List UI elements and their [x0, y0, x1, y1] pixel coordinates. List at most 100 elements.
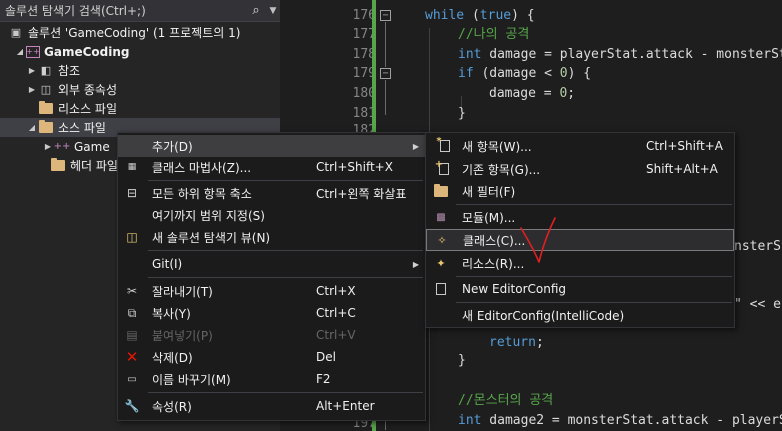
menu-item-add[interactable]: 추가(D) ▶ — [118, 135, 425, 157]
menu-item-rename[interactable]: ▭ 이름 바꾸기(M) F2 — [118, 368, 425, 390]
menu-separator — [148, 250, 423, 251]
menu-item-delete[interactable]: ✕ 삭제(D) Del — [118, 346, 425, 368]
existing-item-icon: + — [426, 158, 456, 180]
submenu-item-class[interactable]: ✧ 클래스(C)... — [426, 229, 734, 251]
menu-item-label: 리소스(R)... — [462, 256, 525, 271]
tree-item-resource-files[interactable]: 리소스 파일 — [0, 99, 280, 118]
menu-separator — [456, 302, 732, 303]
menu-item-git[interactable]: Git(I) ▶ — [118, 253, 425, 275]
code-token: damage = playerStat.attack - monsterSt — [481, 47, 782, 62]
menu-separator — [148, 277, 423, 278]
menu-item-new-explorer-view[interactable]: ◫ 새 솔루션 탐색기 뷰(N) — [118, 226, 425, 248]
menu-item-paste[interactable]: ▤ 붙여넣기(P) Ctrl+V — [118, 324, 425, 346]
menu-item-shortcut: Alt+Enter — [316, 399, 375, 413]
menu-item-properties[interactable]: 🔧 속성(R) Alt+Enter — [118, 395, 425, 417]
submenu-item-new-filter[interactable]: 새 필터(F) — [426, 180, 734, 202]
project-icon: ++ — [26, 45, 40, 58]
code-fragment: " << en — [734, 297, 782, 312]
line-number: 177 — [352, 27, 376, 42]
submenu-item-existing-item[interactable]: + 기존 항목(G)... Shift+Alt+A — [426, 158, 734, 180]
editorconfig-icon — [426, 278, 456, 300]
line-number: 179 — [352, 66, 376, 81]
wrench-icon: 🔧 — [124, 399, 140, 413]
fold-toggle-icon[interactable]: − — [380, 68, 391, 79]
line-number: 180 — [352, 86, 376, 101]
tree-item-external-dependencies[interactable]: ▶ ◫ 외부 종속성 — [0, 80, 280, 99]
submenu-item-new-item[interactable]: * 새 항목(W)... Ctrl+Shift+A — [426, 135, 734, 157]
solution-explorer-search[interactable]: 솔루션 탐색기 검색(Ctrl+;) ⌕ ▼ — [0, 0, 280, 22]
code-token: ; — [567, 86, 576, 101]
fold-toggle-icon[interactable]: − — [380, 10, 391, 21]
menu-item-label: 이름 바꾸기(M) — [152, 372, 231, 387]
blank-icon — [118, 253, 146, 275]
menu-item-copy[interactable]: ⧉ 복사(Y) Ctrl+C — [118, 302, 425, 324]
submenu-item-new-editorconfig-intellicode[interactable]: 새 EditorConfig(IntelliCode) — [426, 304, 734, 326]
menu-item-shortcut: F2 — [316, 372, 331, 386]
menu-item-label: 모듈(M)... — [462, 210, 516, 225]
submenu-arrow-icon: ▶ — [412, 259, 419, 269]
tree-item-solution[interactable]: ▣ 솔루션 'GameCoding' (1 프로젝트의 1) — [0, 23, 280, 42]
menu-item-shortcut: Ctrl+X — [316, 284, 356, 298]
search-icon[interactable]: ⌕ — [246, 3, 266, 18]
context-menu: 추가(D) ▶ ▦ 클래스 마법사(Z)... Ctrl+Shift+X ⊟ 모… — [117, 132, 426, 421]
menu-item-label: Git(I) — [152, 257, 183, 271]
tree-item-label: 소스 파일 — [58, 121, 106, 135]
menu-item-shortcut: Ctrl+Shift+A — [646, 139, 723, 153]
cpp-file-icon: ++ — [53, 141, 71, 152]
tree-item-label: 외부 종속성 — [58, 83, 118, 97]
tree-item-label: 참조 — [58, 64, 81, 78]
folder-icon — [38, 101, 54, 116]
delete-icon: ✕ — [125, 348, 139, 366]
submenu-item-resource[interactable]: ✦ 리소스(R)... — [426, 252, 734, 274]
menu-item-cut[interactable]: ✂ 잘라내기(T) Ctrl+X — [118, 280, 425, 302]
code-token: return — [489, 335, 536, 350]
menu-item-label: 새 솔루션 탐색기 뷰(N) — [152, 230, 271, 245]
new-item-icon: * — [426, 135, 456, 157]
menu-item-shortcut: Ctrl+왼쪽 화살표 — [316, 186, 407, 201]
tree-item-references[interactable]: ▶ ◧ 참조 — [0, 61, 280, 80]
solution-icon: ▣ — [10, 26, 22, 39]
code-token: ( — [464, 8, 480, 23]
new-filter-icon — [426, 180, 456, 202]
menu-item-label: 붙여넣기(P) — [152, 328, 213, 343]
code-token: int — [458, 413, 482, 428]
menu-item-label: 새 필터(F) — [462, 184, 516, 199]
external-dependencies-icon: ◫ — [40, 83, 52, 96]
tree-item-label: Game — [74, 139, 110, 154]
menu-item-label: New EditorConfig — [462, 282, 567, 296]
blank-icon — [118, 204, 146, 226]
chevron-down-icon[interactable]: ▼ — [266, 6, 280, 16]
chevron-right-icon[interactable]: ▶ — [26, 66, 38, 75]
menu-item-scope-to-this[interactable]: 여기까지 범위 지정(S) — [118, 204, 425, 226]
submenu-item-new-editorconfig[interactable]: New EditorConfig — [426, 278, 734, 300]
blank-icon — [426, 304, 456, 326]
code-line-181: } — [458, 106, 466, 121]
chevron-right-icon[interactable]: ▶ — [26, 85, 38, 94]
chevron-down-icon[interactable]: ◢ — [26, 123, 38, 132]
code-token: int — [458, 47, 482, 62]
menu-item-shortcut: Del — [316, 350, 336, 364]
code-token: (damage < — [473, 66, 560, 81]
copy-icon: ⧉ — [127, 305, 137, 320]
tree-item-label: 리소스 파일 — [58, 102, 118, 116]
blank-icon — [118, 135, 146, 157]
submenu-item-module[interactable]: ▩ 모듈(M)... — [426, 206, 734, 228]
search-input[interactable]: 솔루션 탐색기 검색(Ctrl+;) — [0, 2, 246, 19]
fold-guide — [385, 22, 386, 67]
code-line-monster-comment: //몬스터의 공격 — [458, 393, 554, 408]
menu-item-shortcut: Ctrl+C — [316, 306, 356, 320]
menu-separator — [148, 392, 423, 393]
menu-item-shortcut: Ctrl+Shift+X — [316, 160, 393, 174]
add-submenu: * 새 항목(W)... Ctrl+Shift+A + 기존 항목(G)... … — [425, 132, 735, 328]
class-icon: ✧ — [437, 233, 447, 247]
class-wizard-icon: ▦ — [127, 162, 137, 172]
chevron-down-icon[interactable]: ◢ — [14, 47, 26, 56]
chevron-right-icon[interactable]: ▶ — [42, 142, 54, 151]
rename-icon: ▭ — [127, 373, 137, 385]
menu-item-collapse-all[interactable]: ⊟ 모든 하위 항목 축소 Ctrl+왼쪽 화살표 — [118, 182, 425, 204]
references-icon: ◧ — [40, 64, 52, 77]
tree-item-project[interactable]: ◢ ++ GameCoding — [0, 42, 280, 61]
code-fragment: nsterSt — [734, 239, 782, 254]
menu-separator — [456, 204, 732, 205]
menu-item-class-wizard[interactable]: ▦ 클래스 마법사(Z)... Ctrl+Shift+X — [118, 156, 425, 178]
